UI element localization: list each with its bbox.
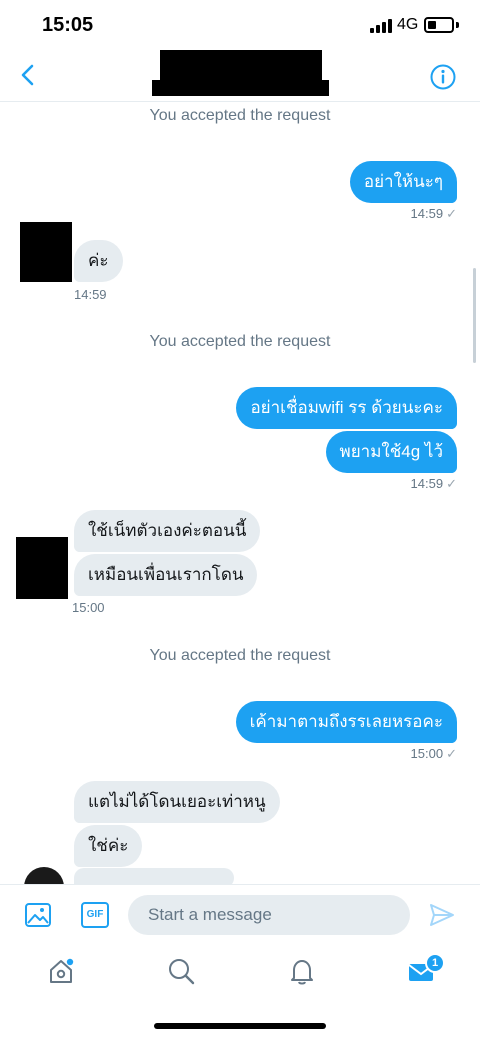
message-timestamp: 14:59 [74, 287, 107, 302]
image-icon[interactable] [24, 902, 52, 928]
system-note: You accepted the request [149, 333, 331, 350]
message-bubble-incoming[interactable]: แตไม่ได้โดนเยอะเท่าหนู [74, 781, 280, 823]
system-note: You accepted the request [149, 107, 331, 124]
bell-icon[interactable] [287, 956, 317, 986]
home-icon[interactable] [46, 956, 76, 986]
message-bubble-outgoing[interactable]: พยามใช้4g ไว้ [325, 431, 457, 473]
read-check-icon: ✓ [446, 476, 457, 491]
message-timestamp: 15:00 [72, 600, 105, 615]
redacted-handle[interactable] [152, 80, 329, 96]
gif-button[interactable]: GIF [81, 902, 109, 928]
message-bubble-outgoing[interactable]: อย่าให้นะๆ [349, 161, 457, 203]
system-note: You accepted the request [149, 647, 331, 664]
home-indicator[interactable] [154, 1023, 326, 1029]
message-bubble-incoming[interactable]: ใช้เน็ทตัวเองค่ะตอนนี้ [74, 510, 261, 552]
message-bubble-incoming[interactable]: ใช่ค่ะ [74, 825, 143, 867]
message-bubble-incoming[interactable]: ค่ะ [74, 240, 123, 282]
chevron-left-icon[interactable] [14, 60, 44, 90]
avatar[interactable] [16, 537, 68, 599]
avatar[interactable] [20, 222, 72, 282]
read-check-icon: ✓ [446, 206, 457, 221]
battery-icon [424, 17, 454, 33]
message-bubble-incoming[interactable]: เหมือนเพื่อนเรากโดน [74, 554, 258, 596]
status-time: 15:05 [42, 14, 94, 36]
network-type: 4G [397, 16, 419, 33]
tab-bar: 1 [0, 944, 480, 999]
message-bubble-outgoing[interactable]: เค้ามาตามถึงรรเลยหรอคะ [235, 701, 457, 743]
send-icon[interactable] [428, 901, 456, 929]
signal-strength-icon [370, 19, 392, 33]
read-check-icon: ✓ [446, 746, 457, 761]
conversation-header [0, 50, 480, 102]
info-icon[interactable] [430, 64, 456, 90]
message-timestamp: 14:59 ✓ [410, 476, 457, 491]
message-composer: GIF [0, 884, 480, 944]
message-timestamp: 15:00 ✓ [410, 746, 457, 761]
battery-tip [456, 22, 459, 28]
messages-badge: 1 [425, 953, 445, 973]
status-bar: 15:05 4G [0, 0, 480, 50]
message-bubble-outgoing[interactable]: อย่าเชื่อมwifi รร ด้วยนะคะ [236, 387, 457, 429]
message-input[interactable] [128, 895, 410, 935]
message-timestamp: 14:59 ✓ [410, 206, 457, 221]
search-icon[interactable] [166, 956, 196, 986]
redacted-name[interactable] [160, 50, 322, 80]
